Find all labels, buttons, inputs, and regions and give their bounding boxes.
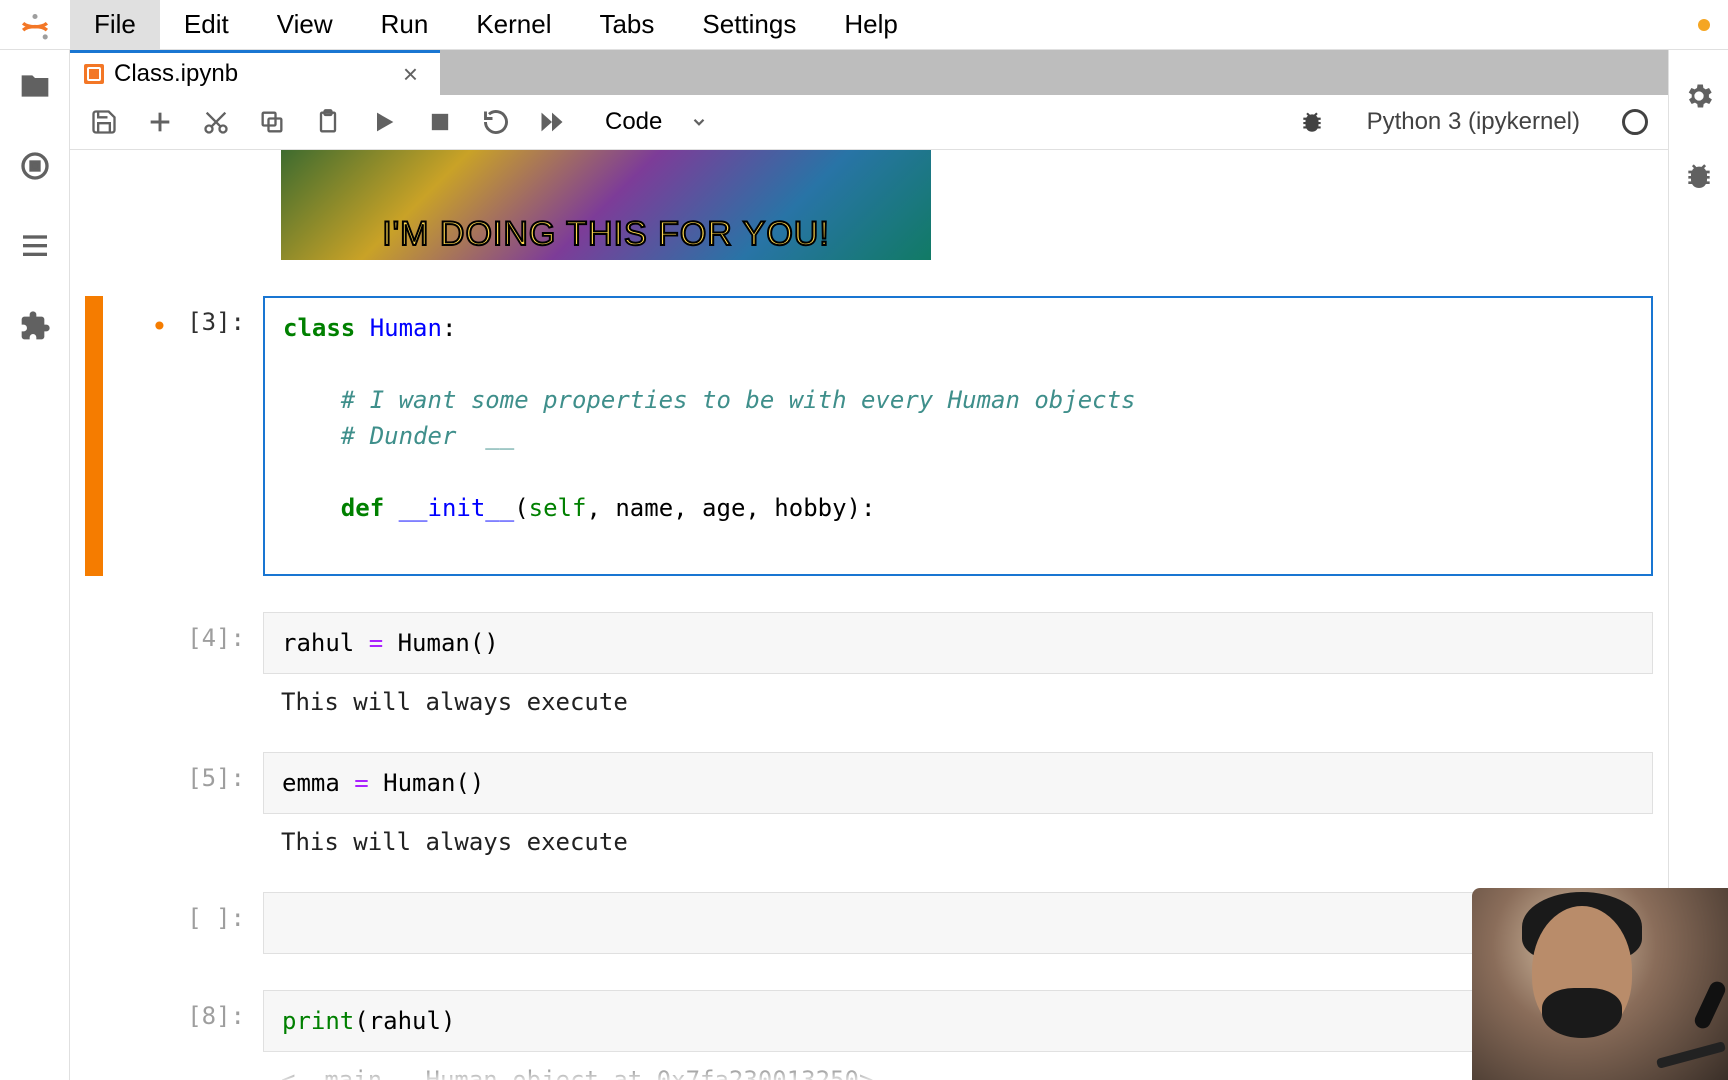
folder-icon[interactable] <box>19 70 51 102</box>
code-editor[interactable]: class Human: # I want some properties to… <box>263 296 1653 576</box>
cell-8[interactable]: [8]: print(rahul) <box>85 990 1653 1052</box>
window-modified-indicator <box>1698 19 1710 31</box>
notebook-toolbar: Code Python 3 (ipykernel) <box>70 95 1668 150</box>
tab-bar: Class.ipynb × <box>70 50 1668 95</box>
debugger-toggle-icon[interactable] <box>1299 109 1325 135</box>
cell-gutter-active <box>85 296 103 576</box>
toc-icon[interactable] <box>19 230 51 262</box>
jupyter-logo <box>0 8 70 42</box>
dirty-indicator: • <box>151 310 168 343</box>
gear-icon[interactable] <box>1683 80 1715 112</box>
cell-prompt: [ ]: <box>103 892 263 954</box>
menu-settings[interactable]: Settings <box>678 0 820 50</box>
cell-prompt: • [3]: <box>103 296 263 576</box>
cell-4[interactable]: [4]: rahul = Human() <box>85 612 1653 674</box>
bottom-fade <box>85 1050 1653 1080</box>
menu-bar: File Edit View Run Kernel Tabs Settings … <box>0 0 1728 50</box>
close-icon[interactable]: × <box>397 59 424 90</box>
menu-kernel[interactable]: Kernel <box>452 0 575 50</box>
fast-forward-icon[interactable] <box>538 108 566 136</box>
menu-edit[interactable]: Edit <box>160 0 253 50</box>
webcam-overlay <box>1472 888 1728 1080</box>
debug-icon[interactable] <box>1683 160 1715 192</box>
image-output: I'M DOING THIS FOR YOU! <box>281 150 931 260</box>
menu-items: File Edit View Run Kernel Tabs Settings … <box>70 0 922 50</box>
kernel-status-icon <box>1622 109 1648 135</box>
restart-icon[interactable] <box>482 108 510 136</box>
cut-icon[interactable] <box>202 108 230 136</box>
cell-gutter <box>85 752 103 814</box>
save-icon[interactable] <box>90 108 118 136</box>
cell-gutter <box>85 612 103 674</box>
menu-help[interactable]: Help <box>820 0 921 50</box>
menu-view[interactable]: View <box>253 0 357 50</box>
cell-output: This will always execute <box>263 814 1653 856</box>
kernel-name[interactable]: Python 3 (ipykernel) <box>1367 108 1580 136</box>
cell-prompt: [4]: <box>103 612 263 674</box>
tab-class-ipynb[interactable]: Class.ipynb × <box>70 50 440 95</box>
menu-file[interactable]: File <box>70 0 160 50</box>
image-caption: I'M DOING THIS FOR YOU! <box>382 215 830 260</box>
menu-run[interactable]: Run <box>357 0 453 50</box>
notebook-area[interactable]: I'M DOING THIS FOR YOU! • [3]: class Hum… <box>85 150 1653 1080</box>
cell-output: This will always execute <box>263 674 1653 716</box>
code-editor[interactable] <box>263 892 1653 954</box>
notebook-icon <box>84 64 104 84</box>
tab-label: Class.ipynb <box>114 60 387 88</box>
cell-prompt: [8]: <box>103 990 263 1052</box>
code-editor[interactable]: print(rahul) <box>263 990 1653 1052</box>
copy-icon[interactable] <box>258 108 286 136</box>
microphone-icon <box>1628 970 1728 1060</box>
chevron-down-icon <box>690 113 708 131</box>
run-icon[interactable] <box>370 108 398 136</box>
menu-tabs[interactable]: Tabs <box>575 0 678 50</box>
cell-gutter <box>85 892 103 954</box>
code-editor[interactable]: emma = Human() <box>263 752 1653 814</box>
code-editor[interactable]: rahul = Human() <box>263 612 1653 674</box>
cell-prompt: [5]: <box>103 752 263 814</box>
paste-icon[interactable] <box>314 108 342 136</box>
left-sidebar <box>0 50 70 1080</box>
cell-gutter <box>85 990 103 1052</box>
cell-5[interactable]: [5]: emma = Human() <box>85 752 1653 814</box>
cell-type-label: Code <box>605 108 662 136</box>
cell-empty[interactable]: [ ]: <box>85 892 1653 954</box>
extensions-icon[interactable] <box>19 310 51 342</box>
add-cell-icon[interactable] <box>146 108 174 136</box>
stop-icon[interactable] <box>426 108 454 136</box>
cell-3[interactable]: • [3]: class Human: # I want some proper… <box>85 296 1653 576</box>
cell-type-select[interactable]: Code <box>604 107 719 137</box>
running-kernels-icon[interactable] <box>19 150 51 182</box>
